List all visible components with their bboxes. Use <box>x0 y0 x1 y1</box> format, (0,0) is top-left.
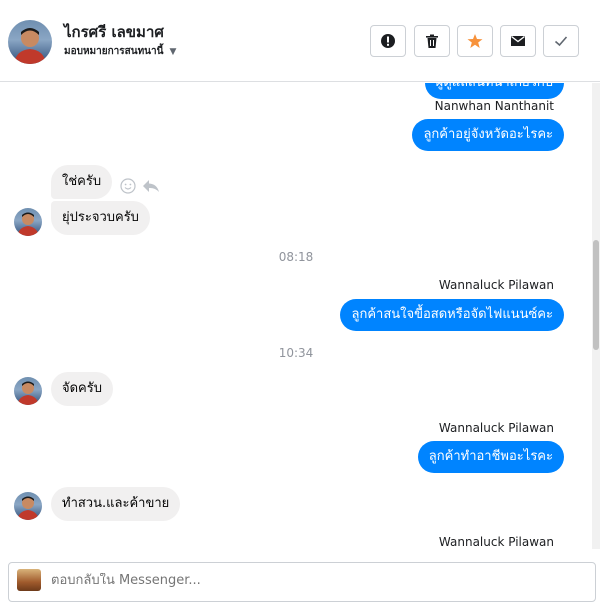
page-avatar <box>17 569 41 591</box>
timestamp: 08:18 <box>278 250 314 264</box>
message-thread[interactable]: ผู้ดูแลสนทนาเกี่ยวกับ Nanwhan Nanthanit … <box>0 83 592 549</box>
trash-icon <box>426 34 438 48</box>
emoji-reaction-icon[interactable] <box>120 178 136 194</box>
contact-avatar[interactable] <box>8 20 52 64</box>
reply-composer[interactable] <box>8 562 596 602</box>
sender-name: Nanwhan Nanthanit <box>434 99 554 113</box>
message-actions <box>120 178 160 194</box>
outgoing-message[interactable]: ผู้ดูแลสนทนาเกี่ยวกับ <box>424 83 564 99</box>
conversation-header: ไกรศรี เลขมาศ มอบหมายการสนทนานี้ ▼ <box>0 0 600 82</box>
check-icon <box>554 36 568 47</box>
incoming-message[interactable]: ทำสวน.และค้าขาย <box>51 487 181 521</box>
thread-scrollbar[interactable] <box>592 83 600 549</box>
delete-button[interactable] <box>414 25 450 57</box>
incoming-message[interactable]: จัดครับ <box>51 372 113 406</box>
sender-name: Wannaluck Pilawan <box>438 535 554 549</box>
sender-name: Wannaluck Pilawan <box>438 278 554 292</box>
timestamp: 10:34 <box>278 346 314 360</box>
outgoing-message[interactable]: ลูกค้าสนใจขื้อสดหรือจัดไฟแนนซ์คะ <box>340 299 564 331</box>
assign-conversation-dropdown[interactable]: มอบหมายการสนทนานี้ ▼ <box>64 44 176 59</box>
mark-spam-button[interactable] <box>370 25 406 57</box>
scrollbar-thumb[interactable] <box>593 240 599 350</box>
sender-name: Wannaluck Pilawan <box>438 421 554 435</box>
envelope-icon <box>511 35 525 46</box>
star-icon <box>467 34 483 48</box>
reply-input[interactable] <box>51 573 551 588</box>
outgoing-message[interactable]: ลูกค้าอยู่จังหวัดอะไรคะ <box>412 119 564 151</box>
contact-avatar-small <box>14 208 42 236</box>
star-button[interactable] <box>457 25 493 57</box>
assign-label: มอบหมายการสนทนานี้ <box>64 46 164 57</box>
contact-avatar-small <box>14 377 42 405</box>
outgoing-message[interactable]: ลูกค้าทำอาชีพอะไรคะ <box>417 441 564 473</box>
contact-avatar-small <box>14 492 42 520</box>
mark-unread-button[interactable] <box>500 25 536 57</box>
incoming-message[interactable]: ยุ่ประจวบครับ <box>51 201 150 235</box>
mark-done-button[interactable] <box>543 25 579 57</box>
reply-icon[interactable] <box>142 178 160 194</box>
contact-name[interactable]: ไกรศรี เลขมาศ <box>64 20 164 44</box>
incoming-message[interactable]: ใช่ครับ <box>51 165 113 199</box>
caret-down-icon: ▼ <box>169 46 177 57</box>
exclamation-icon <box>381 34 395 48</box>
